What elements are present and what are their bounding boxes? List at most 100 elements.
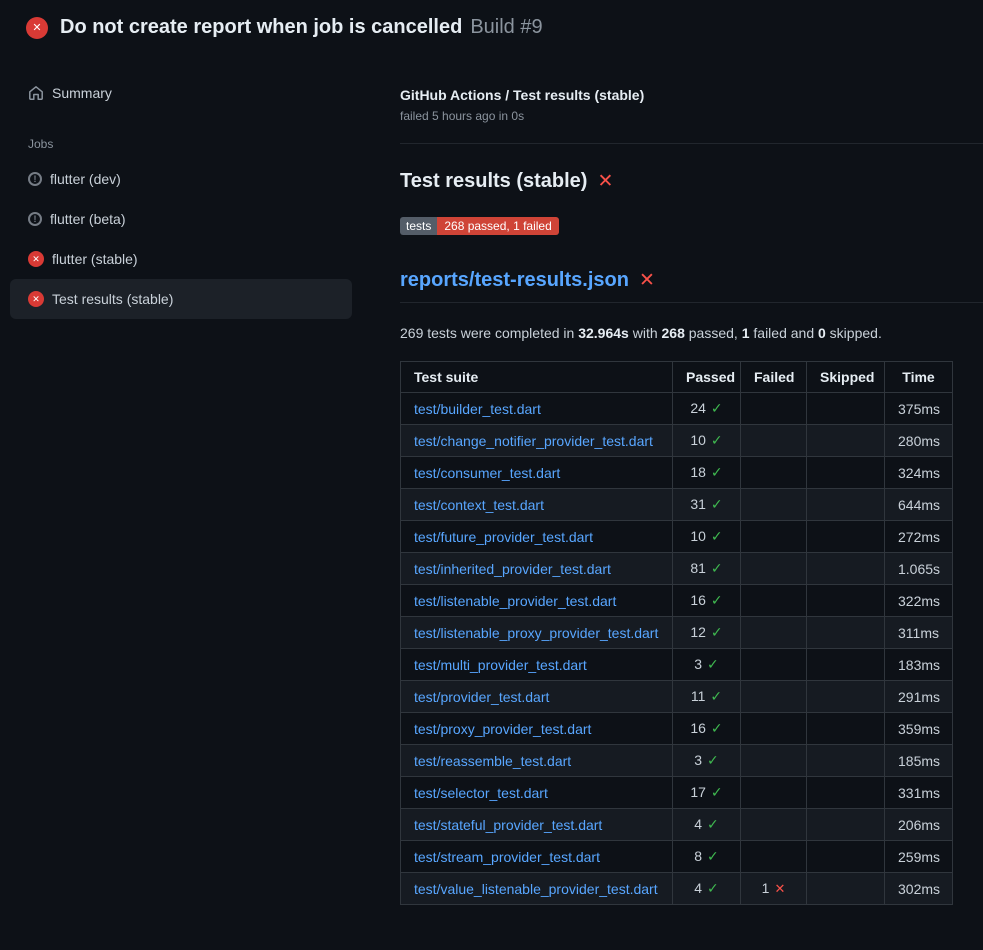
- time-value: 644ms: [898, 497, 940, 513]
- sidebar-item-summary[interactable]: Summary: [10, 75, 352, 111]
- summary-failed-count: 1: [742, 325, 750, 341]
- passed-cell: 18: [673, 457, 741, 489]
- suite-cell: test/provider_test.dart: [401, 681, 673, 713]
- time-value: 280ms: [898, 433, 940, 449]
- job-label: flutter (stable): [52, 251, 138, 267]
- suite-link[interactable]: test/selector_test.dart: [414, 785, 548, 801]
- time-value: 322ms: [898, 593, 940, 609]
- table-row: test/reassemble_test.dart 3 185ms: [401, 745, 953, 777]
- summary-passed-count: 268: [662, 325, 685, 341]
- skipped-cell: [807, 873, 885, 905]
- passed-count: 4: [694, 816, 702, 832]
- summary-line: 269 tests were completed in 32.964s with…: [400, 325, 983, 341]
- passed-count: 11: [691, 688, 706, 704]
- suite-link[interactable]: test/value_listenable_provider_test.dart: [414, 881, 658, 897]
- passed-cell: 31: [673, 489, 741, 521]
- passed-count: 10: [690, 432, 706, 448]
- passed-cell: 4: [673, 809, 741, 841]
- suite-link[interactable]: test/change_notifier_provider_test.dart: [414, 433, 653, 449]
- time-value: 1.065s: [898, 561, 940, 577]
- section-title: Test results (stable): [400, 170, 983, 193]
- summary-duration: 32.964s: [578, 325, 629, 341]
- time-value: 272ms: [898, 529, 940, 545]
- time-value: 375ms: [898, 401, 940, 417]
- summary-label: Summary: [52, 85, 112, 101]
- failed-cell: [741, 457, 807, 489]
- time-cell: 280ms: [885, 425, 953, 457]
- suite-link[interactable]: test/builder_test.dart: [414, 401, 541, 417]
- skipped-cell: [807, 777, 885, 809]
- table-row: test/stream_provider_test.dart 8 259ms: [401, 841, 953, 873]
- time-value: 302ms: [898, 881, 940, 897]
- passed-cell: 24: [673, 393, 741, 425]
- suite-link[interactable]: test/multi_provider_test.dart: [414, 657, 587, 673]
- skipped-cell: [807, 489, 885, 521]
- suite-link[interactable]: test/stateful_provider_test.dart: [414, 817, 602, 833]
- sidebar-job-item[interactable]: flutter (dev): [10, 159, 352, 199]
- check-icon: [711, 784, 723, 800]
- suite-link[interactable]: test/future_provider_test.dart: [414, 529, 593, 545]
- passed-count: 10: [690, 528, 706, 544]
- sidebar-job-item[interactable]: Test results (stable): [10, 279, 352, 319]
- skipped-cell: [807, 681, 885, 713]
- jobs-section-heading: Jobs: [28, 137, 352, 151]
- time-value: 185ms: [898, 753, 940, 769]
- skipped-cell: [807, 457, 885, 489]
- suite-link[interactable]: test/consumer_test.dart: [414, 465, 560, 481]
- passed-cell: 17: [673, 777, 741, 809]
- passed-count: 24: [690, 400, 706, 416]
- suite-link[interactable]: test/reassemble_test.dart: [414, 753, 571, 769]
- badge-label: tests: [400, 217, 437, 235]
- failed-cell: [741, 777, 807, 809]
- check-icon: [710, 688, 722, 704]
- passed-cell: 16: [673, 585, 741, 617]
- skipped-cell: [807, 617, 885, 649]
- suite-link[interactable]: test/provider_test.dart: [414, 689, 549, 705]
- job-status-icon: [28, 291, 44, 307]
- failed-cell: [741, 745, 807, 777]
- failed-cell: [741, 713, 807, 745]
- passed-cell: 10: [673, 521, 741, 553]
- time-cell: 359ms: [885, 713, 953, 745]
- passed-count: 81: [690, 560, 706, 576]
- main-content: GitHub Actions / Test results (stable) f…: [372, 49, 983, 905]
- suite-cell: test/reassemble_test.dart: [401, 745, 673, 777]
- breadcrumb: GitHub Actions / Test results (stable): [400, 87, 983, 103]
- suite-link[interactable]: test/listenable_provider_test.dart: [414, 593, 616, 609]
- check-icon: [711, 720, 723, 736]
- failed-cell: [741, 585, 807, 617]
- table-row: test/value_listenable_provider_test.dart…: [401, 873, 953, 905]
- suite-link[interactable]: test/inherited_provider_test.dart: [414, 561, 611, 577]
- passed-count: 4: [694, 880, 702, 896]
- run-header: Do not create report when job is cancell…: [0, 0, 983, 49]
- sidebar-job-item[interactable]: flutter (stable): [10, 239, 352, 279]
- check-icon: [707, 656, 719, 672]
- jobs-list: flutter (dev) flutter (beta) flutter (st…: [10, 159, 352, 319]
- home-icon: [28, 85, 44, 101]
- passed-cell: 3: [673, 745, 741, 777]
- time-cell: 375ms: [885, 393, 953, 425]
- time-cell: 331ms: [885, 777, 953, 809]
- skipped-cell: [807, 745, 885, 777]
- skipped-cell: [807, 841, 885, 873]
- time-value: 291ms: [898, 689, 940, 705]
- failed-cell: [741, 809, 807, 841]
- report-link[interactable]: reports/test-results.json: [400, 269, 629, 292]
- check-icon: [711, 432, 723, 448]
- time-value: 259ms: [898, 849, 940, 865]
- check-icon: [711, 592, 723, 608]
- passed-count: 17: [690, 784, 706, 800]
- passed-count: 16: [690, 720, 706, 736]
- check-icon: [707, 848, 719, 864]
- failed-cell: [741, 521, 807, 553]
- passed-cell: 11: [673, 681, 741, 713]
- suite-link[interactable]: test/context_test.dart: [414, 497, 544, 513]
- suite-link[interactable]: test/listenable_proxy_provider_test.dart: [414, 625, 658, 641]
- col-header-passed: Passed: [673, 362, 741, 393]
- suite-link[interactable]: test/proxy_provider_test.dart: [414, 721, 591, 737]
- suite-link[interactable]: test/stream_provider_test.dart: [414, 849, 600, 865]
- report-heading: reports/test-results.json: [400, 269, 983, 303]
- time-cell: 322ms: [885, 585, 953, 617]
- col-header-skipped: Skipped: [807, 362, 885, 393]
- sidebar-job-item[interactable]: flutter (beta): [10, 199, 352, 239]
